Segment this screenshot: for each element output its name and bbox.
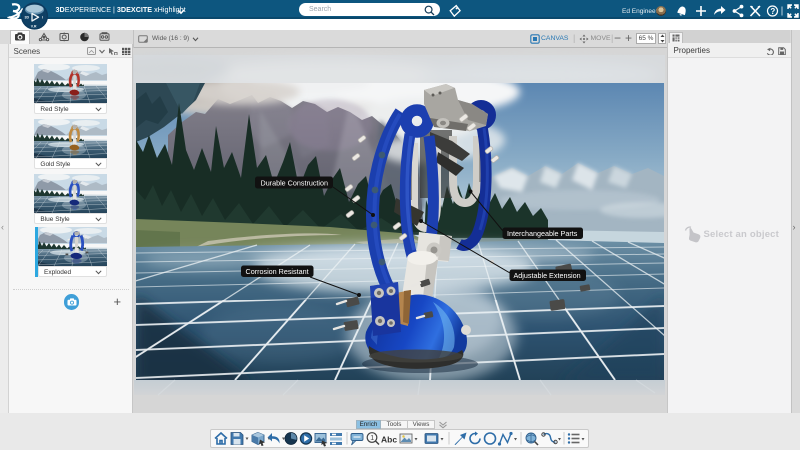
svg-text:Interchangeable Parts: Interchangeable Parts bbox=[507, 229, 578, 238]
svg-text:3D: 3D bbox=[25, 16, 30, 20]
svg-text:Corrosion Resistant: Corrosion Resistant bbox=[246, 267, 309, 276]
svg-text:Abc: Abc bbox=[381, 435, 397, 445]
svg-text:Adjustable Extension: Adjustable Extension bbox=[514, 271, 581, 280]
svg-text:Durable Construction: Durable Construction bbox=[261, 178, 329, 187]
svg-text:?: ? bbox=[770, 7, 775, 16]
svg-text:1: 1 bbox=[370, 435, 374, 442]
svg-text:I: I bbox=[42, 16, 43, 20]
svg-text:V.R: V.R bbox=[31, 25, 37, 29]
